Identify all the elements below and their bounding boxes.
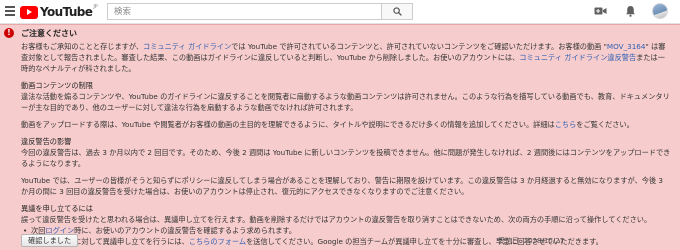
bell-icon[interactable] — [622, 3, 638, 19]
section-heading: 違反警告の影響 — [21, 137, 72, 146]
top-right-icons — [592, 3, 668, 19]
notice-body: お客様もご承知のことと存じますが、コミュニティ ガイドラインでは YouTube… — [21, 41, 671, 247]
logo-text: YouTube — [40, 5, 93, 19]
list-item: この違反警告に対して異議申し立てを行うには、こちらのフォームを送信してください。… — [21, 236, 671, 247]
section-heading: 異議を申し立てるには — [21, 204, 93, 213]
content-restriction-paragraph: 違法な活動を煽るコンテンツや、YouTube のガイドラインに違反することを閲覧… — [21, 92, 670, 112]
text: 動画をアップロードする際は、YouTube や閲覧者がお客様の動画の主目的を理解… — [21, 120, 555, 129]
logo-country-code: JP — [93, 4, 98, 10]
appeal-paragraph: 誤って違反警告を受けたと思われる場合は、異議申し立てを行えます。動画を削除するだ… — [21, 215, 652, 224]
text: をご覧ください。 — [576, 120, 634, 129]
search-input[interactable] — [107, 3, 381, 20]
video-camera-icon[interactable] — [592, 3, 608, 19]
details-link[interactable]: こちら — [555, 120, 577, 129]
list-item: 次回ログイン時に、お使いのアカウントの違反警告を確認するよう求められます。 — [21, 225, 671, 236]
search-bar — [107, 3, 413, 20]
text: では YouTube で許可されているコンテンツと、許可されていないコンテンツを… — [231, 42, 607, 51]
upload-tips-paragraph: 動画をアップロードする際は、YouTube や閲覧者がお客様の動画の主目的を理解… — [21, 119, 671, 130]
play-icon — [20, 5, 38, 19]
strike-impact-paragraph: 今回の違反警告は、過去 3 か月以内で 2 回目です。そのため、今後 2 週間は… — [21, 148, 671, 168]
text: 時に、お使いのアカウントの違反警告を確認するよう求められます。 — [74, 226, 297, 235]
text: お客様もご承知のことと存じますが、 — [21, 42, 144, 51]
alert-icon: ! — [4, 28, 14, 38]
removal-paragraph: お客様もご承知のことと存じますが、コミュニティ ガイドラインでは YouTube… — [21, 41, 671, 74]
magnifier-icon — [392, 7, 402, 16]
policy-warning-notice: ! ご注意ください お客様もご承知のことと存じますが、コミュニティ ガイドライン… — [0, 24, 680, 250]
search-button[interactable] — [381, 3, 413, 20]
notice-title: ご注意ください — [21, 29, 77, 38]
section-heading: 動画コンテンツの制限 — [21, 81, 93, 90]
appeal-form-link[interactable]: こちらのフォーム — [189, 237, 246, 246]
received-date: 受信日: 2018/10/27 — [498, 237, 564, 245]
hamburger-menu-icon[interactable] — [5, 6, 15, 16]
community-guidelines-link[interactable]: コミュニティ ガイドライン — [143, 42, 231, 51]
strike-expiry-paragraph: YouTube では、ユーザーの皆様がそうと知らずにポリシーに違反してしまう場合… — [21, 176, 663, 196]
guideline-strike-link[interactable]: コミュニティ ガイドライン違反警告 — [519, 53, 636, 62]
acknowledge-button[interactable]: 確認しました — [21, 234, 79, 247]
avatar[interactable] — [652, 3, 668, 19]
appeal-steps: 次回ログイン時に、お使いのアカウントの違反警告を確認するよう求められます。 この… — [21, 225, 671, 247]
video-title-link[interactable]: MOV_3164 — [607, 42, 646, 51]
top-bar: YouTube JP — [0, 0, 680, 24]
youtube-logo[interactable]: YouTube JP — [20, 4, 98, 20]
